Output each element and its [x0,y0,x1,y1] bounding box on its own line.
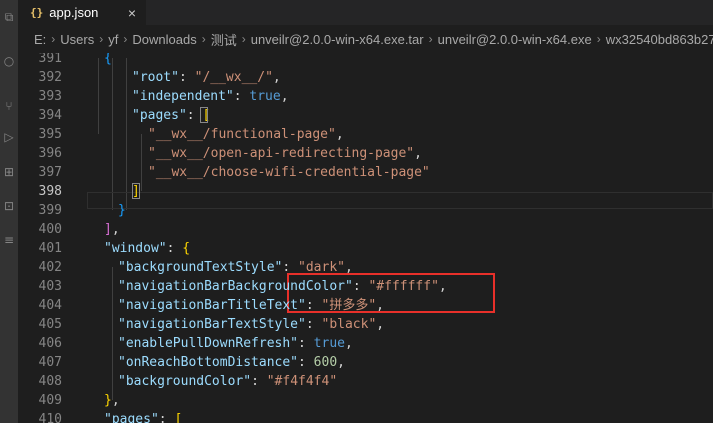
bracket-match-highlight [200,107,208,123]
source-control-icon[interactable]: ⑂ [1,97,17,115]
files-icon[interactable]: ⧉ [1,8,17,26]
code-line[interactable]: 395 "__wx__/functional-page", [18,125,713,144]
chevron-right-icon: › [201,32,206,46]
code-text: "navigationBarTitleText": "拼多多", [118,298,384,313]
line-number: 410 [38,412,62,423]
breadcrumb-item[interactable]: E: [34,32,46,47]
chevron-right-icon: › [51,32,56,46]
code-line[interactable]: 392 "root": "/__wx__/", [18,68,713,87]
line-number: 409 [38,393,62,408]
line-number: 400 [38,222,62,237]
code-text: "pages": [ [132,108,211,123]
json-file-icon: {} [30,6,44,19]
line-number: 395 [38,127,62,142]
breadcrumb-item[interactable]: wx32540bd863b27 [606,32,713,47]
code-text: "onReachBottomDistance": 600, [118,355,345,370]
code-text: "navigationBarBackgroundColor": "#ffffff… [118,279,447,294]
line-number: 404 [38,298,62,313]
breadcrumb-item[interactable]: 测试 [211,30,237,49]
chevron-right-icon: › [596,32,601,46]
breadcrumb-item[interactable]: unveilr@2.0.0-win-x64.exe [438,32,592,47]
code-text: "backgroundTextStyle": "dark", [118,260,353,275]
code-line[interactable]: 396 "__wx__/open-api-redirecting-page", [18,144,713,163]
search-icon[interactable]: ○ [1,52,17,70]
activity-bar: ⧉ ○ ⑂ ▷ ⊞ ⊡ ≡ [0,0,18,423]
code-line[interactable]: 404 "navigationBarTitleText": "拼多多", [18,296,713,315]
code-text: "independent": true, [132,89,289,104]
extensions-icon[interactable]: ⊞ [1,163,17,181]
code-line[interactable]: 409}, [18,391,713,410]
line-number: 408 [38,374,62,389]
breadcrumb-item[interactable]: yf [108,32,118,47]
line-number: 399 [38,203,62,218]
line-number: 394 [38,108,62,123]
code-text: "enablePullDownRefresh": true, [118,336,353,351]
code-text: "pages": [ [104,412,183,423]
accounts-icon[interactable]: ≡ [1,231,17,249]
breadcrumb: E: › Users › yf › Downloads › 测试 › unveilr@2.0.0-w… [18,25,713,53]
tab-app-json[interactable]: {} app.json × [18,0,146,25]
breadcrumb-item[interactable]: unveilr@2.0.0-win-x64.exe.tar [251,32,424,47]
code-text: "root": "/__wx__/", [132,70,281,85]
line-number: 393 [38,89,62,104]
code-line[interactable]: 391 { [18,53,713,68]
code-text: }, [104,393,120,408]
code-text: "navigationBarTextStyle": "black", [118,317,385,332]
code-text: "__wx__/choose-wifi-credential-page" [148,165,430,180]
code-line[interactable]: 398] [18,182,713,201]
code-line[interactable]: 399} [18,201,713,220]
tab-bar: {} app.json × [18,0,713,25]
run-debug-icon[interactable]: ▷ [1,128,17,146]
code-line[interactable]: 406 "enablePullDownRefresh": true, [18,334,713,353]
code-text: "__wx__/open-api-redirecting-page", [148,146,422,161]
code-text: "window": { [104,241,191,256]
line-number: 403 [38,279,62,294]
code-text: "__wx__/functional-page", [148,127,344,142]
chevron-right-icon: › [241,32,246,46]
line-number: 391 [38,53,62,66]
code-line[interactable]: 410 "pages": [ [18,410,713,423]
code-line[interactable]: 402 "backgroundTextStyle": "dark", [18,258,713,277]
code-text: { [104,53,112,66]
code-line[interactable]: 394 "pages": [ [18,106,713,125]
code-line[interactable]: 408 "backgroundColor": "#f4f4f4" [18,372,713,391]
code-line[interactable]: 397 "__wx__/choose-wifi-credential-page" [18,163,713,182]
line-number: 402 [38,260,62,275]
breadcrumb-item[interactable]: Users [60,32,94,47]
code-text: } [118,203,126,218]
code-line[interactable]: 405 "navigationBarTextStyle": "black", [18,315,713,334]
chevron-right-icon: › [123,32,128,46]
line-number: 401 [38,241,62,256]
line-number: 407 [38,355,62,370]
line-number: 392 [38,70,62,85]
line-number: 406 [38,336,62,351]
line-number: 405 [38,317,62,332]
close-icon[interactable]: × [128,5,136,21]
line-number: 397 [38,165,62,180]
code-line[interactable]: 400], [18,220,713,239]
code-line[interactable]: 401 "window": { [18,239,713,258]
bracket-match-highlight [132,183,140,199]
code-text: "backgroundColor": "#f4f4f4" [118,374,338,389]
code-editor[interactable]: 391 {392 "root": "/__wx__/", 393 "independen… [18,53,713,423]
line-number: 398 [38,184,62,199]
tab-title: app.json [49,5,99,20]
line-number: 396 [38,146,62,161]
code-text: ], [104,222,120,237]
code-line[interactable]: 407 "onReachBottomDistance": 600, [18,353,713,372]
remote-icon[interactable]: ⊡ [1,197,17,215]
code-line[interactable]: 403 "navigationBarBackgroundColor": "#fff… [18,277,713,296]
breadcrumb-item[interactable]: Downloads [132,32,196,47]
chevron-right-icon: › [428,32,433,46]
code-line[interactable]: 393 "independent": true, [18,87,713,106]
chevron-right-icon: › [99,32,104,46]
